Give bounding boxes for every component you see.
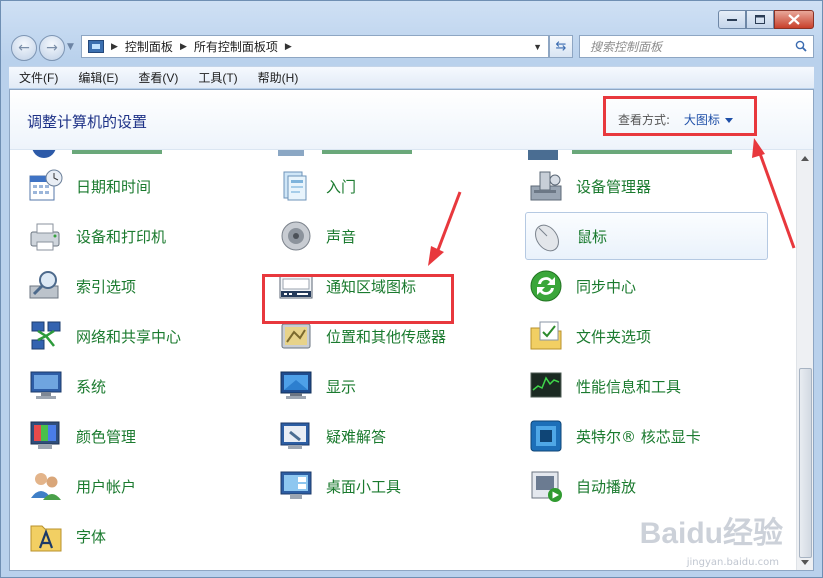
address-bar[interactable]: ▶ 控制面板 ▶ 所有控制面板项 ▶ ▼ (81, 35, 549, 58)
breadcrumb-separator-icon[interactable]: ▶ (180, 41, 187, 52)
menu-file[interactable]: 文件(F) (9, 69, 68, 86)
annotation-arrows (428, 138, 796, 266)
address-history-dropdown[interactable]: ▼ (533, 42, 542, 52)
watermark-logo: Baidu经验 (639, 517, 783, 550)
control-panel-icon (88, 40, 104, 53)
maximize-button[interactable] (746, 10, 774, 29)
close-icon (788, 14, 800, 25)
back-arrow-icon: ← (18, 40, 30, 56)
breadcrumb-separator-icon[interactable]: ▶ (111, 41, 118, 52)
vertical-scrollbar[interactable] (796, 150, 813, 570)
scrollbar-thumb[interactable] (799, 368, 812, 558)
menu-help[interactable]: 帮助(H) (248, 69, 309, 86)
watermark-url: jingyan.baidu.com (686, 557, 779, 568)
main-content: 调整计算机的设置 查看方式: 大图标 日期和时间 入门 设备管理器 设备和打印机… (9, 89, 814, 571)
control-panel-window: ← → ▼ ▶ 控制面板 ▶ 所有控制面板项 ▶ ▼ ⇆ 搜索控制面板 文件(F… (0, 0, 823, 578)
search-icon[interactable] (795, 40, 807, 52)
breadcrumb-separator-icon[interactable]: ▶ (285, 41, 292, 52)
menu-view[interactable]: 查看(V) (128, 69, 188, 86)
navigation-bar: ← → ▼ ▶ 控制面板 ▶ 所有控制面板项 ▶ ▼ ⇆ 搜索控制面板 (9, 32, 814, 62)
back-button[interactable]: ← (11, 35, 37, 61)
scroll-up-arrow-icon[interactable] (801, 156, 809, 161)
menu-bar: 文件(F) 编辑(E) 查看(V) 工具(T) 帮助(H) (9, 66, 814, 88)
breadcrumb-all-items[interactable]: 所有控制面板项 (194, 38, 278, 55)
recent-pages-dropdown[interactable]: ▼ (67, 42, 74, 52)
scroll-down-arrow-icon[interactable] (801, 560, 809, 565)
close-button[interactable] (774, 10, 814, 29)
breadcrumb-control-panel[interactable]: 控制面板 (125, 38, 173, 55)
search-placeholder: 搜索控制面板 (590, 40, 663, 54)
menu-edit[interactable]: 编辑(E) (68, 69, 128, 86)
forward-button[interactable]: → (39, 35, 65, 61)
forward-arrow-icon: → (46, 40, 58, 56)
minimize-button[interactable] (718, 10, 746, 29)
caption-buttons (718, 10, 814, 29)
refresh-button[interactable]: ⇆ (549, 35, 573, 58)
menu-tools[interactable]: 工具(T) (188, 69, 247, 86)
search-input[interactable]: 搜索控制面板 (579, 35, 814, 58)
refresh-icon: ⇆ (555, 39, 567, 54)
